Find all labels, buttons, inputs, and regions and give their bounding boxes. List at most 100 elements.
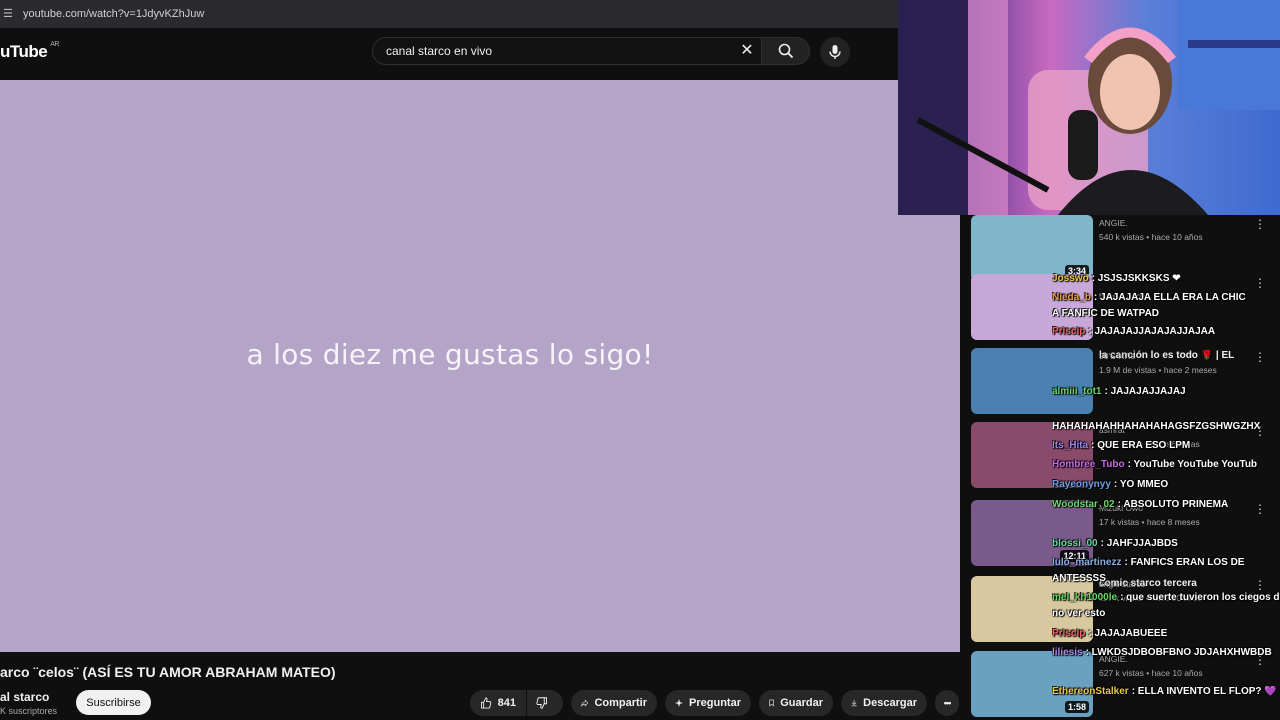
download-label: Descargar <box>863 697 917 709</box>
chat-message: Hombree_Tubo: YouTube YouTube YouTub <box>1052 459 1280 470</box>
chat-message: liliesis: LWKDSJDBOBFBNO JDJAHXHWBDB <box>1052 647 1280 658</box>
chat-username: Hombree_Tubo <box>1052 459 1125 470</box>
chat-username: Rayeonynyy <box>1052 479 1111 490</box>
chat-text: : ELLA INVENTO EL FLOP? 💜 <box>1131 686 1277 697</box>
chat-text: : JAJAJAJA ELLA ERA LA CHIC <box>1093 292 1246 303</box>
more-actions-button[interactable]: ••• <box>935 690 959 716</box>
chat-message: lulo_martinezz: FANFICS ERAN LOS DE <box>1052 557 1280 568</box>
recommendation-item[interactable]: 3:34 ANGIE. 540 k vistas • hace 10 años ⋮ <box>971 215 1280 281</box>
chat-text: : LWKDSJDBOBFBNO JDJAHXHWBDB <box>1085 647 1272 658</box>
chat-username: Priscip <box>1052 326 1086 337</box>
subscriber-count: K suscriptores <box>0 706 58 716</box>
chat-username: Its_Hita <box>1052 440 1089 451</box>
chat-message: Woodstar_02: ABSOLUTO PRINEMA <box>1052 499 1280 510</box>
microphone-icon <box>829 45 841 59</box>
video-title: arco ¨celos¨ (ASÍ ES TU AMOR ABRAHAM MAT… <box>0 664 336 680</box>
chat-username: Nieda_b <box>1052 292 1091 303</box>
chat-text: : JAHFJJAJBDS <box>1100 538 1178 549</box>
chat-text: : JAJAJABUEEE <box>1088 628 1168 639</box>
chat-username: almiii_tot1 <box>1052 386 1102 397</box>
like-button[interactable]: 841 <box>470 690 526 716</box>
youtube-header: uTubeAR ✕ <box>0 28 898 80</box>
chat-message: almiii_tot1: JAJAJAJJAJAJ <box>1052 386 1280 397</box>
recommendation-meta: 540 k vistas • hace 10 años <box>1099 232 1203 242</box>
chat-text: : ABSOLUTO PRINEMA <box>1117 499 1229 510</box>
chat-username: mel_kh1000le <box>1052 592 1118 603</box>
chat-text: no ver esto <box>1052 608 1106 619</box>
chat-message: HAHAHAHAHHAHAHAHAGSFZGSHWGZHX <box>1052 421 1280 432</box>
channel-name[interactable]: al starco <box>0 690 49 704</box>
recommendation-item[interactable]: 1:58 ANGIE. 627 k vistas • hace 10 años ⋮ <box>971 651 1280 717</box>
chat-message: Its_Hita: QUE ERA ESO LPM <box>1052 440 1280 451</box>
chat-message: Rayeonynyy: YO MMEO <box>1052 479 1280 490</box>
recommendation-thumbnail[interactable]: 3:34 <box>971 215 1093 281</box>
chat-username: HAHAHAHAHHAHAHAHAGSFZGSHWGZHX <box>1052 421 1261 432</box>
more-options-icon[interactable]: ⋮ <box>1254 217 1266 231</box>
chat-username: Priscip <box>1052 628 1086 639</box>
share-label: Compartir <box>594 697 647 709</box>
share-icon <box>581 699 589 707</box>
browser-url-bar[interactable]: ☰ youtube.com/watch?v=1JdyvKZhJuw <box>0 0 898 28</box>
search-button[interactable] <box>762 37 810 65</box>
recommendation-channel: 90'S HITs <box>1099 351 1136 361</box>
chat-message: A FANFIC DE WATPAD <box>1052 308 1280 319</box>
recommendation-thumbnail[interactable]: 1:58 <box>971 651 1093 717</box>
video-lyric-text: a los diez me gustas lo sigo! <box>246 338 654 371</box>
sparkle-icon <box>675 698 684 708</box>
dislike-button[interactable] <box>527 690 563 716</box>
share-button[interactable]: Compartir <box>571 690 657 716</box>
save-button[interactable]: Guardar <box>759 690 833 716</box>
chat-message: EthereonStalker: ELLA INVENTO EL FLOP? 💜 <box>1052 686 1280 697</box>
download-icon <box>851 699 857 707</box>
more-options-icon[interactable]: ⋮ <box>1254 350 1266 364</box>
chat-text: : YO MMEO <box>1113 479 1169 490</box>
chat-message: Nieda_b: JAJAJAJA ELLA ERA LA CHIC <box>1052 292 1280 303</box>
chat-message: mel_kh1000le: que suerte tuvieron los ci… <box>1052 592 1280 603</box>
recommendation-meta: 17 k vistas • hace 8 meses <box>1099 517 1200 527</box>
chat-message: no ver esto <box>1052 608 1280 619</box>
chat-message: ANTESSSS <box>1052 573 1280 584</box>
download-button[interactable]: Descargar <box>841 690 927 716</box>
voice-search-button[interactable] <box>820 37 850 67</box>
chat-username: lulo_martinezz <box>1052 557 1122 568</box>
chat-text: : FANFICS ERAN LOS DE <box>1124 557 1245 568</box>
youtube-logo[interactable]: uTube AR <box>0 41 59 62</box>
chat-message: Josswo: JSJSJSKKSKS ❤ <box>1052 273 1280 284</box>
bookmark-icon <box>769 699 774 707</box>
chat-text: A FANFIC DE WATPAD <box>1052 308 1160 319</box>
search-icon <box>778 43 793 59</box>
recommendation-thumbnail[interactable] <box>971 348 1093 414</box>
clear-search-icon[interactable]: ✕ <box>737 41 757 61</box>
url-text[interactable]: youtube.com/watch?v=1JdyvKZhJuw <box>23 8 204 20</box>
chat-text: : YouTube YouTube YouTub <box>1127 459 1258 470</box>
chat-username: Josswo <box>1052 273 1089 284</box>
thumbs-down-icon <box>536 697 547 709</box>
recommendation-channel: ANGIE. <box>1099 218 1128 228</box>
chat-username: blossi_00 <box>1052 538 1098 549</box>
chat-text: : JAJAJAJJAJAJ <box>1104 386 1186 397</box>
chat-message: blossi_00: JAHFJJAJBDS <box>1052 538 1280 549</box>
chat-username: Woodstar_02 <box>1052 499 1115 510</box>
chat-message: Priscip: JAJAJAJJAJAJAJJAJAA <box>1052 326 1280 337</box>
more-icon: ••• <box>943 698 952 708</box>
chat-username: liliesis <box>1052 647 1083 658</box>
chat-message: Priscip: JAJAJABUEEE <box>1052 628 1280 639</box>
thumbs-up-icon <box>481 697 492 709</box>
save-label: Guardar <box>780 697 823 709</box>
chat-text: : JSJSJSKKSKS ❤ <box>1091 273 1181 284</box>
chat-text: ANTESSSS <box>1052 573 1106 584</box>
streamer-webcam-image <box>898 0 1280 215</box>
recommendation-meta: 1.9 M de vistas • hace 2 meses <box>1099 365 1217 375</box>
chat-text: : QUE ERA ESO LPM <box>1091 440 1191 451</box>
ask-label: Preguntar <box>689 697 741 709</box>
site-settings-icon[interactable]: ☰ <box>3 9 17 20</box>
webcam-overlay <box>898 0 1280 215</box>
recommendation-item[interactable]: la canción lo es todo 🌹 | EL 90'S HITs 1.9… <box>971 348 1280 414</box>
chat-username: EthereonStalker <box>1052 686 1129 697</box>
region-code: AR <box>50 41 59 49</box>
ask-button[interactable]: Preguntar <box>665 690 751 716</box>
subscribe-button[interactable]: Suscribirse <box>76 690 151 715</box>
video-player[interactable]: a los diez me gustas lo sigo! <box>0 80 960 652</box>
search-box[interactable]: ✕ <box>372 37 762 65</box>
search-input[interactable] <box>384 43 728 59</box>
